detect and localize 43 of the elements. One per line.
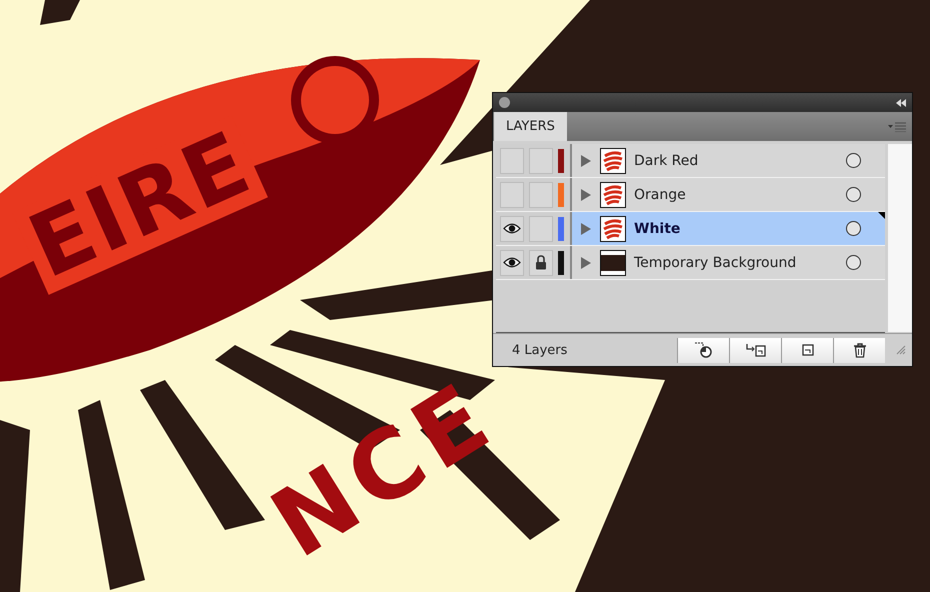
scrollbar[interactable] — [888, 144, 912, 332]
visibility-toggle[interactable] — [500, 148, 524, 174]
expand-triangle-icon[interactable] — [581, 222, 591, 235]
lock-icon — [535, 255, 547, 270]
panel-menu-icon[interactable] — [888, 122, 906, 132]
collapse-icon[interactable] — [896, 98, 906, 107]
layer-name: Dark Red — [634, 152, 700, 169]
visibility-toggle[interactable] — [500, 182, 524, 208]
target-circle-icon[interactable] — [846, 187, 861, 202]
layer-name: White — [634, 220, 682, 237]
target-circle-icon[interactable] — [846, 153, 861, 168]
layer-name: Orange — [634, 186, 687, 203]
visibility-toggle[interactable] — [500, 216, 524, 242]
new-page-icon — [802, 344, 814, 356]
resize-grip-icon[interactable] — [896, 345, 906, 356]
target-circle-icon[interactable] — [846, 221, 861, 236]
lock-toggle[interactable] — [529, 148, 553, 174]
trash-icon — [852, 342, 866, 358]
lock-toggle[interactable] — [529, 250, 553, 276]
layer-thumbnail — [600, 216, 626, 242]
clipping-mask-button[interactable] — [677, 338, 729, 363]
delete-button[interactable] — [833, 338, 885, 363]
layer-thumbnail — [600, 148, 626, 174]
expand-triangle-icon[interactable] — [581, 154, 591, 167]
eye-icon — [503, 223, 521, 234]
lock-toggle[interactable] — [529, 216, 553, 242]
new-layer-button[interactable] — [781, 338, 833, 363]
layer-name: Temporary Background — [634, 254, 798, 271]
visibility-toggle[interactable] — [500, 250, 524, 276]
layers-tab[interactable]: LAYERS — [494, 112, 567, 142]
lock-toggle[interactable] — [529, 182, 553, 208]
eye-icon — [503, 257, 521, 268]
target-circle-icon[interactable] — [846, 255, 861, 270]
create-sublayer-button[interactable] — [729, 338, 781, 363]
layer-thumbnail — [600, 182, 626, 208]
expand-triangle-icon[interactable] — [581, 256, 591, 269]
clipping-mask-icon — [694, 342, 714, 358]
close-button[interactable] — [499, 97, 510, 108]
stencil-lettering: EIRE — [14, 110, 266, 298]
expand-triangle-icon[interactable] — [581, 188, 591, 201]
sublayer-icon — [744, 343, 766, 358]
layer-thumbnail — [600, 250, 626, 276]
layer-count: 4 Layers — [512, 342, 568, 358]
